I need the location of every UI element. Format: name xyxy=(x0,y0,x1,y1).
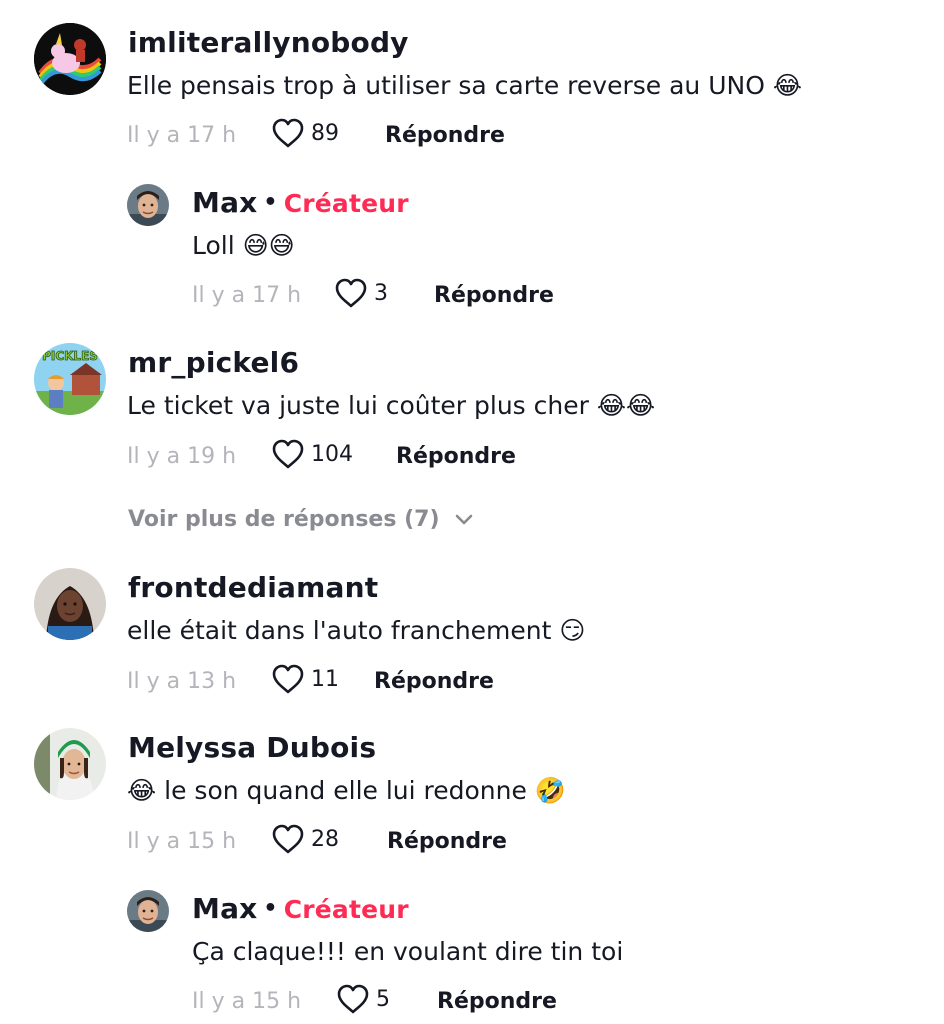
reply-button[interactable]: Répondre xyxy=(437,989,557,1014)
heart-icon xyxy=(272,118,304,148)
comment-author[interactable]: mr_pickel6 xyxy=(128,346,299,379)
like-count: 28 xyxy=(311,826,339,852)
comment-author: Max • Créateur xyxy=(192,892,409,925)
comment-meta: Il y a 15 h 5 Répondre xyxy=(192,983,642,1023)
avatar[interactable] xyxy=(127,184,169,226)
like-count: 3 xyxy=(374,280,388,306)
like-button[interactable]: 3 xyxy=(334,277,388,309)
comment-text: Le ticket va juste lui coûter plus cher … xyxy=(127,391,656,420)
avatar[interactable] xyxy=(34,23,106,95)
heart-icon xyxy=(272,439,304,469)
comment-text: Ça claque!!! en voulant dire tin toi xyxy=(192,937,624,966)
pickles-avatar-label: PICKLES xyxy=(42,349,98,363)
comment-author[interactable]: frontdediamant xyxy=(128,571,378,604)
comment-author[interactable]: Melyssa Dubois xyxy=(128,731,376,764)
man-avatar-icon xyxy=(127,184,169,226)
avatar[interactable]: PICKLES xyxy=(34,343,106,415)
comment-meta: Il y a 17 h 3 Répondre xyxy=(192,277,642,317)
comment-meta: Il y a 13 h 11 Répondre xyxy=(127,663,627,703)
creator-badge: Créateur xyxy=(283,895,409,924)
like-button[interactable]: 11 xyxy=(271,663,339,695)
reply-button[interactable]: Répondre xyxy=(387,829,507,854)
heart-icon xyxy=(272,824,304,854)
unicorn-avatar-icon xyxy=(34,23,106,95)
comment-author[interactable]: imliterallynobody xyxy=(128,26,409,59)
like-button[interactable]: 104 xyxy=(271,438,353,470)
like-count: 5 xyxy=(376,986,390,1012)
comment-time: Il y a 15 h xyxy=(192,989,302,1014)
comment-time: Il y a 13 h xyxy=(127,669,237,694)
like-count: 104 xyxy=(311,441,353,467)
heart-icon xyxy=(335,278,367,308)
man-avatar-icon xyxy=(127,890,169,932)
pickles-avatar-icon: PICKLES xyxy=(34,343,106,415)
comment-time: Il y a 17 h xyxy=(127,123,237,148)
avatar[interactable] xyxy=(34,728,106,800)
like-count: 11 xyxy=(311,666,339,692)
comment-text: Loll 😅😅 xyxy=(192,231,295,260)
chevron-down-icon xyxy=(455,514,472,524)
heart-icon xyxy=(272,664,304,694)
like-button[interactable]: 89 xyxy=(271,117,339,149)
creator-badge: Créateur xyxy=(283,189,409,218)
comment-time: Il y a 15 h xyxy=(127,829,237,854)
heart-icon xyxy=(337,984,369,1014)
comment-text: elle était dans l'auto franchement 😏 xyxy=(127,616,586,645)
like-count: 89 xyxy=(311,120,339,146)
comment-author: Max • Créateur xyxy=(192,186,409,219)
like-button[interactable]: 5 xyxy=(336,983,390,1015)
avatar[interactable] xyxy=(127,890,169,932)
woman-green-hat-avatar-icon xyxy=(34,728,106,800)
comment-text: Elle pensais trop à utiliser sa carte re… xyxy=(127,71,803,100)
reply-author-name[interactable]: Max xyxy=(192,186,257,219)
comment-text: 😂 le son quand elle lui redonne 🤣 xyxy=(127,776,566,805)
avatar[interactable] xyxy=(34,568,106,640)
comment-meta: Il y a 15 h 28 Répondre xyxy=(127,823,627,863)
separator-dot: • xyxy=(263,190,278,215)
view-more-replies-button[interactable]: Voir plus de réponses (7) xyxy=(128,507,474,532)
separator-dot: • xyxy=(263,896,278,921)
reply-author-name[interactable]: Max xyxy=(192,892,257,925)
reply-button[interactable]: Répondre xyxy=(385,123,505,148)
comment-meta: Il y a 17 h 89 Répondre xyxy=(127,117,627,157)
comment-time: Il y a 19 h xyxy=(127,444,237,469)
reply-button[interactable]: Répondre xyxy=(434,283,554,308)
comment-meta: Il y a 19 h 104 Répondre xyxy=(127,438,627,478)
reply-button[interactable]: Répondre xyxy=(374,669,494,694)
comment-time: Il y a 17 h xyxy=(192,283,302,308)
woman-avatar-icon xyxy=(34,568,106,640)
like-button[interactable]: 28 xyxy=(271,823,339,855)
view-more-label: Voir plus de réponses (7) xyxy=(128,507,440,532)
reply-button[interactable]: Répondre xyxy=(396,444,516,469)
